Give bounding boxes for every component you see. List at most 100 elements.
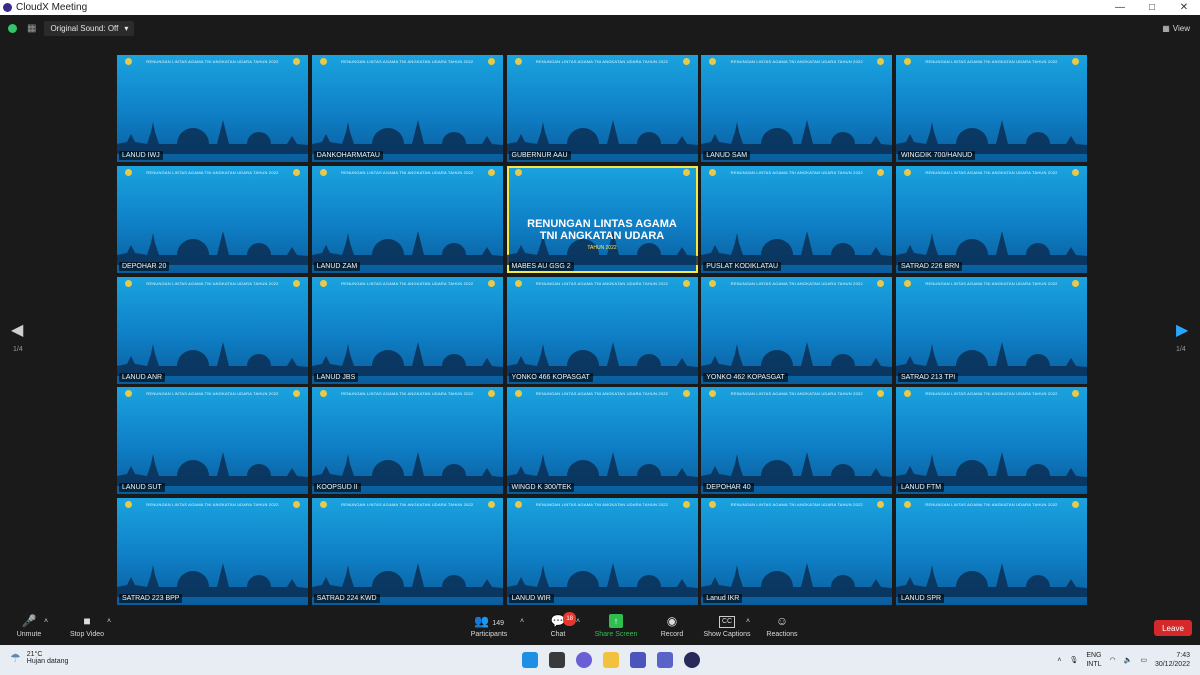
participant-video-tile[interactable]: RENUNGAN LINTAS AGAMA TNI ANGKATAN UDARA… bbox=[117, 498, 308, 605]
unmute-button[interactable]: 🎤 Unmute bbox=[14, 614, 44, 638]
mosque-silhouette-illustration bbox=[896, 563, 1087, 597]
chat-label: Chat bbox=[550, 631, 566, 638]
mosque-silhouette-illustration bbox=[311, 452, 503, 487]
microphone-tray-icon[interactable]: 🎙 bbox=[1069, 656, 1078, 664]
chevron-down-icon[interactable]: ▾ bbox=[124, 24, 128, 33]
grid-icon[interactable]: ▦ bbox=[27, 23, 36, 34]
original-sound-button[interactable]: Original Sound: Off ▾ bbox=[44, 20, 135, 36]
next-page-arrow-icon[interactable]: ▶ bbox=[1176, 320, 1188, 340]
air-force-emblem-icon bbox=[487, 390, 495, 398]
participant-video-tile[interactable]: RENUNGAN LINTAS AGAMA TNI ANGKATAN UDARA… bbox=[896, 165, 1087, 273]
participant-video-tile[interactable]: RENUNGAN LINTAS AGAMA TNI ANGKATAN UDARA… bbox=[506, 276, 698, 384]
participant-video-tile[interactable]: RENUNGAN LINTAS AGAMA TNI ANGKATAN UDARA… bbox=[311, 276, 503, 384]
mosque-silhouette-illustration bbox=[506, 563, 698, 597]
feature-year: TAHUN 2022 bbox=[587, 244, 617, 251]
view-grid-icon: ▦ bbox=[1162, 23, 1170, 33]
close-button[interactable]: ✕ bbox=[1168, 2, 1200, 13]
participants-count: 149 bbox=[492, 620, 504, 627]
leave-button[interactable]: Leave bbox=[1154, 620, 1192, 636]
event-banner-text: RENUNGAN LINTAS AGAMA TNI ANGKATAN UDARA… bbox=[925, 169, 1058, 175]
chat-bubble-icon: 💬 18 bbox=[546, 612, 576, 628]
task-view-icon[interactable] bbox=[549, 652, 565, 668]
participant-video-tile[interactable]: RENUNGAN LINTAS AGAMA TNI ANGKATAN UDARA… bbox=[896, 498, 1087, 605]
air-force-emblem-icon bbox=[293, 501, 300, 508]
participant-video-tile[interactable]: RENUNGAN LINTAS AGAMA TNI ANGKATAN UDARA… bbox=[506, 498, 698, 605]
battery-icon[interactable]: ▭ bbox=[1140, 656, 1147, 664]
window-controls: — □ ✕ bbox=[1104, 2, 1200, 13]
meet-app-icon[interactable] bbox=[657, 652, 673, 668]
mosque-silhouette-illustration bbox=[701, 120, 893, 154]
participant-video-tile[interactable]: RENUNGAN LINTAS AGAMA TNI ANGKATAN UDARA… bbox=[117, 276, 308, 384]
share-screen-button[interactable]: ↑ Share Screen bbox=[592, 614, 640, 638]
participant-video-tile[interactable]: RENUNGAN LINTAS AGAMA TNI ANGKATAN UDARA… bbox=[117, 165, 308, 273]
participant-name-label: SATRAD 213 TPI bbox=[898, 372, 959, 382]
participant-video-tile[interactable]: RENUNGAN LINTAS AGAMA TNI ANGKATAN UDARA… bbox=[896, 276, 1087, 384]
cloudx-app-icon[interactable] bbox=[684, 652, 700, 668]
participant-video-tile[interactable]: RENUNGAN LINTAS AGAMA TNI ANGKATAN UDARA… bbox=[896, 387, 1087, 495]
mosque-silhouette-illustration bbox=[701, 341, 893, 376]
reactions-button[interactable]: ☺ Reactions bbox=[764, 614, 800, 638]
file-explorer-icon[interactable] bbox=[603, 652, 619, 668]
tray-overflow-chevron-icon[interactable]: ˄ bbox=[1057, 657, 1061, 664]
clock-time: 7:43 bbox=[1176, 652, 1190, 659]
chat-button[interactable]: 💬 18 Chat bbox=[546, 612, 576, 638]
air-force-emblem-icon bbox=[487, 58, 495, 65]
participant-name-label: LANUD IWJ bbox=[119, 151, 163, 160]
participant-video-tile[interactable]: RENUNGAN LINTAS AGAMA TNI ANGKATAN UDARA… bbox=[701, 498, 893, 605]
minimize-button[interactable]: — bbox=[1104, 2, 1136, 13]
share-screen-icon: ↑ bbox=[609, 614, 623, 628]
record-button[interactable]: ◉ Record bbox=[657, 614, 687, 638]
prev-page-arrow-icon[interactable]: ◀ bbox=[11, 320, 23, 340]
participant-video-tile[interactable]: RENUNGAN LINTAS AGAMA TNI ANGKATAN UDARA… bbox=[117, 55, 308, 162]
security-shield-icon[interactable] bbox=[8, 23, 17, 33]
feature-title-line: TNI ANGKATAN UDARA bbox=[539, 229, 665, 242]
participant-name-label: Lanud IKR bbox=[703, 594, 743, 603]
participant-video-tile[interactable]: RENUNGAN LINTAS AGAMA TNI ANGKATAN UDARA T… bbox=[506, 165, 698, 273]
participant-video-tile[interactable]: RENUNGAN LINTAS AGAMA TNI ANGKATAN UDARA… bbox=[506, 387, 698, 495]
feature-title: RENUNGAN LINTAS AGAMA TNI ANGKATAN UDARA bbox=[521, 218, 684, 242]
mosque-silhouette-illustration bbox=[311, 341, 503, 376]
participant-video-tile[interactable]: RENUNGAN LINTAS AGAMA TNI ANGKATAN UDARA… bbox=[701, 276, 893, 384]
audio-options-chevron-icon[interactable]: ˄ bbox=[44, 618, 48, 625]
participant-name-label: LANUD SUT bbox=[119, 483, 165, 493]
participant-video-tile[interactable]: RENUNGAN LINTAS AGAMA TNI ANGKATAN UDARA… bbox=[701, 387, 893, 495]
event-banner-text: RENUNGAN LINTAS AGAMA TNI ANGKATAN UDARA… bbox=[730, 502, 863, 507]
unmute-label: Unmute bbox=[16, 631, 42, 638]
volume-icon[interactable]: 🔈 bbox=[1124, 656, 1133, 664]
participant-video-tile[interactable]: RENUNGAN LINTAS AGAMA TNI ANGKATAN UDARA… bbox=[506, 55, 698, 162]
video-options-chevron-icon[interactable]: ˄ bbox=[107, 618, 111, 625]
wifi-icon[interactable]: ◠ bbox=[1110, 656, 1116, 664]
event-banner-text: RENUNGAN LINTAS AGAMA TNI ANGKATAN UDARA… bbox=[341, 391, 474, 397]
event-banner-text: RENUNGAN LINTAS AGAMA TNI ANGKATAN UDARA… bbox=[925, 59, 1058, 64]
participant-video-tile[interactable]: RENUNGAN LINTAS AGAMA TNI ANGKATAN UDARA… bbox=[311, 387, 503, 495]
maximize-button[interactable]: □ bbox=[1136, 2, 1168, 13]
next-page-label: 1/4 bbox=[1176, 346, 1186, 353]
participants-button[interactable]: 👥 149 Participants bbox=[468, 614, 510, 638]
teams-icon[interactable] bbox=[630, 652, 646, 668]
participant-video-tile[interactable]: RENUNGAN LINTAS AGAMA TNI ANGKATAN UDARA… bbox=[311, 165, 503, 273]
participant-name-label: WINGD K 300/TEK bbox=[508, 483, 575, 493]
participant-video-tile[interactable]: RENUNGAN LINTAS AGAMA TNI ANGKATAN UDARA… bbox=[701, 165, 893, 273]
air-force-emblem-icon bbox=[682, 168, 690, 176]
participants-chevron-icon[interactable]: ˄ bbox=[520, 618, 524, 625]
participant-video-tile[interactable]: RENUNGAN LINTAS AGAMA TNI ANGKATAN UDARA… bbox=[311, 55, 503, 162]
participant-video-tile[interactable]: RENUNGAN LINTAS AGAMA TNI ANGKATAN UDARA… bbox=[117, 387, 308, 495]
participant-video-tile[interactable]: RENUNGAN LINTAS AGAMA TNI ANGKATAN UDARA… bbox=[896, 55, 1087, 162]
keyboard-layout: INTL bbox=[1086, 661, 1102, 668]
chat-app-icon[interactable] bbox=[576, 652, 592, 668]
windows-start-icon[interactable] bbox=[522, 652, 538, 668]
original-sound-label: Original Sound: Off bbox=[50, 23, 119, 33]
stop-video-button[interactable]: ■ Stop Video bbox=[66, 614, 108, 638]
chat-chevron-icon[interactable]: ˄ bbox=[576, 618, 580, 625]
air-force-emblem-icon bbox=[487, 168, 495, 176]
participant-video-tile[interactable]: RENUNGAN LINTAS AGAMA TNI ANGKATAN UDARA… bbox=[311, 498, 503, 605]
clock[interactable]: 7:43 30/12/2022 bbox=[1155, 651, 1190, 669]
view-button[interactable]: ▦ View bbox=[1162, 24, 1190, 33]
participants-label: Participants bbox=[470, 631, 508, 638]
captions-chevron-icon[interactable]: ˄ bbox=[746, 618, 750, 625]
participant-video-tile[interactable]: RENUNGAN LINTAS AGAMA TNI ANGKATAN UDARA… bbox=[701, 55, 893, 162]
language-indicator[interactable]: ENG INTL bbox=[1086, 651, 1101, 669]
participant-name-label: LANUD WIR bbox=[508, 594, 554, 603]
weather-widget[interactable]: ☂ 21°C Hujan datang bbox=[10, 651, 68, 665]
air-force-emblem-icon bbox=[293, 58, 300, 65]
